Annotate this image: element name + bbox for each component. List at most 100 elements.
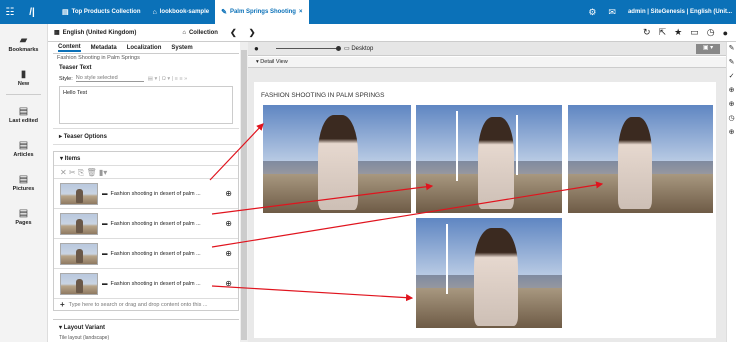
reload-icon[interactable]: ↻ xyxy=(643,27,651,38)
tab-lookbook-sample[interactable]: ⌂ lookbook-sample xyxy=(147,0,216,24)
site-icon: ⌂ xyxy=(152,8,157,16)
notifications-icon[interactable]: ✉ xyxy=(608,7,616,18)
item-thumbnail xyxy=(60,242,98,265)
edit-icon[interactable]: ✎ xyxy=(727,42,736,56)
preview-options-button[interactable]: ▣ ▾ xyxy=(696,44,720,54)
preview-page: FASHION SHOOTING IN PALM SPRINGS xyxy=(254,82,716,338)
device-text: Desktop xyxy=(351,46,374,52)
teaser-text-editor[interactable]: Hello Test xyxy=(59,86,233,124)
wind-turbine xyxy=(456,111,458,181)
item-thumbnail xyxy=(60,212,98,235)
picture-icon: ▬ xyxy=(102,190,108,197)
gallery-image-4[interactable] xyxy=(415,217,563,329)
scrollbar-thumb[interactable] xyxy=(241,50,247,340)
nav-articles[interactable]: ▤ Articles xyxy=(0,135,47,163)
nav-last-edited[interactable]: ▤ Last edited xyxy=(0,101,47,129)
teaser-text-label: Teaser Text xyxy=(59,65,92,71)
device-slider[interactable] xyxy=(276,48,338,49)
item-title-text: Fashion shooting in desert of palm ... xyxy=(110,220,201,227)
form-scrollbar[interactable] xyxy=(240,42,248,342)
plus-icon[interactable]: + xyxy=(60,300,65,309)
check-icon[interactable]: ✓ xyxy=(727,70,736,84)
nav-pages[interactable]: ▤ Pages xyxy=(0,203,47,231)
title-field[interactable]: Fashion Shooting in Palm Springs xyxy=(53,54,239,62)
richtext-toolbar-icons[interactable]: ▤ ▾ | Ω ▾ | ≡ ≡ » xyxy=(148,76,187,82)
star-icon[interactable]: ★ xyxy=(674,27,682,38)
preview-canvas: FASHION SHOOTING IN PALM SPRINGS xyxy=(248,68,726,342)
layout-variant-header[interactable]: ▾ Layout Variant xyxy=(53,319,239,335)
tab-system[interactable]: System xyxy=(171,45,192,51)
item-title: ▬ Fashion shooting in desert of palm ... xyxy=(102,191,225,197)
globe-icon[interactable]: ⊕ xyxy=(225,279,232,288)
pictures-icon: ▤ xyxy=(18,174,29,185)
forward-arrow-icon[interactable]: ❯ xyxy=(249,28,256,37)
list-item[interactable]: ▬ Fashion shooting in desert of palm ... … xyxy=(54,178,238,208)
globe-icon[interactable]: ⊕ xyxy=(225,189,232,198)
item-title-text: Fashion shooting in desert of palm ... xyxy=(110,190,201,197)
back-arrow-icon[interactable]: ❮ xyxy=(230,28,237,37)
edit-icon[interactable]: ✎ xyxy=(727,56,736,70)
collection-icon: ⌂ xyxy=(182,29,186,36)
workflow-icon[interactable]: ⚙ xyxy=(588,7,596,18)
left-navigation: ▰ Bookmarks ▮ New ▤ Last edited ▤ Articl… xyxy=(0,24,48,342)
history-icon[interactable]: ◷ xyxy=(727,112,736,126)
close-tab-icon[interactable]: × xyxy=(299,9,303,15)
teaser-options-toggle[interactable]: ▸ Teaser Options xyxy=(53,128,239,145)
items-toolbar[interactable]: ✕ ✂ ⎘ 🗑 ▮▾ xyxy=(54,166,238,178)
globe-icon[interactable]: ⊕ xyxy=(225,249,232,258)
tab-metadata[interactable]: Metadata xyxy=(91,45,117,51)
list-item[interactable]: ▬ Fashion shooting in desert of palm ... … xyxy=(54,238,238,268)
detail-view-toggle[interactable]: ▾ Detail View xyxy=(248,57,726,68)
item-title-text: Fashion shooting in desert of palm ... xyxy=(110,280,201,287)
nav-label: Last edited xyxy=(8,118,39,124)
schedule-icon[interactable]: ◷ xyxy=(707,27,715,38)
items-header[interactable]: ▾ Items xyxy=(54,152,238,166)
slider-handle[interactable] xyxy=(336,46,341,51)
globe-icon[interactable]: ⊕ xyxy=(727,126,736,140)
monitor-icon[interactable]: ▭ xyxy=(690,27,699,38)
item-thumbnail xyxy=(60,272,98,295)
gallery-image-1[interactable] xyxy=(262,104,412,214)
add-item-row[interactable]: + Type here to search or drag and drop c… xyxy=(54,298,238,310)
picture-icon: ▬ xyxy=(102,280,108,287)
user-menu[interactable]: admin | SiteGenesis | English (Unit... xyxy=(628,9,732,15)
gallery-image-2[interactable] xyxy=(415,104,563,214)
paint-icon[interactable]: ● xyxy=(254,44,259,53)
open-external-icon[interactable]: ⇱ xyxy=(659,27,667,38)
item-title-text: Fashion shooting in desert of palm ... xyxy=(110,250,201,257)
wind-turbine xyxy=(516,115,518,175)
tab-top-products[interactable]: ▤ Top Products Collection xyxy=(56,0,147,24)
collection-selector[interactable]: ⌂ Collection xyxy=(182,30,218,36)
tab-label: Palm Springs Shooting xyxy=(229,9,296,15)
item-title: ▬ Fashion shooting in desert of palm ... xyxy=(102,251,225,257)
globe-icon[interactable]: ⊕ xyxy=(225,219,232,228)
locale-selector[interactable]: ▦ English (United Kingdom) xyxy=(54,29,136,37)
list-item[interactable]: ▬ Fashion shooting in desert of palm ... … xyxy=(54,208,238,238)
gallery-image-3[interactable] xyxy=(567,104,714,214)
apps-grid-icon[interactable]: ☷ xyxy=(0,0,20,24)
tab-palm-springs-shooting[interactable]: ✎ Palm Springs Shooting × xyxy=(215,0,309,24)
nav-pictures[interactable]: ▤ Pictures xyxy=(0,169,47,197)
layout-variant-select[interactable]: Tile layout (landscape) xyxy=(53,335,239,341)
right-tool-rail: ✎ ✎ ✓ ⊕ ⊕ ◷ ⊕ xyxy=(726,42,736,342)
device-label: ▭ Desktop xyxy=(344,45,373,52)
last-edited-icon: ▤ xyxy=(18,106,29,117)
preview-heading: FASHION SHOOTING IN PALM SPRINGS xyxy=(261,92,385,99)
nav-label: Pages xyxy=(15,220,32,226)
globe-icon[interactable]: ⊕ xyxy=(727,84,736,98)
collection-label: Collection xyxy=(188,29,218,36)
style-dropdown[interactable]: No style selected xyxy=(75,75,144,82)
nav-bookmarks[interactable]: ▰ Bookmarks xyxy=(0,30,47,58)
add-item-input[interactable]: Type here to search or drag and drop con… xyxy=(69,302,208,308)
user-icon[interactable]: ● xyxy=(723,28,728,38)
globe-icon[interactable]: ⊕ xyxy=(727,98,736,112)
item-title: ▬ Fashion shooting in desert of palm ... xyxy=(102,221,225,227)
nav-label: Bookmarks xyxy=(8,47,39,53)
list-item[interactable]: ▬ Fashion shooting in desert of palm ... … xyxy=(54,268,238,298)
picture-icon: ▬ xyxy=(102,250,108,257)
tab-localization[interactable]: Localization xyxy=(127,45,162,51)
item-title: ▬ Fashion shooting in desert of palm ... xyxy=(102,281,225,287)
nav-new[interactable]: ▮ New xyxy=(0,64,47,92)
content-form: Content Metadata Localization System Fas… xyxy=(53,42,239,342)
tab-content[interactable]: Content xyxy=(58,44,81,52)
